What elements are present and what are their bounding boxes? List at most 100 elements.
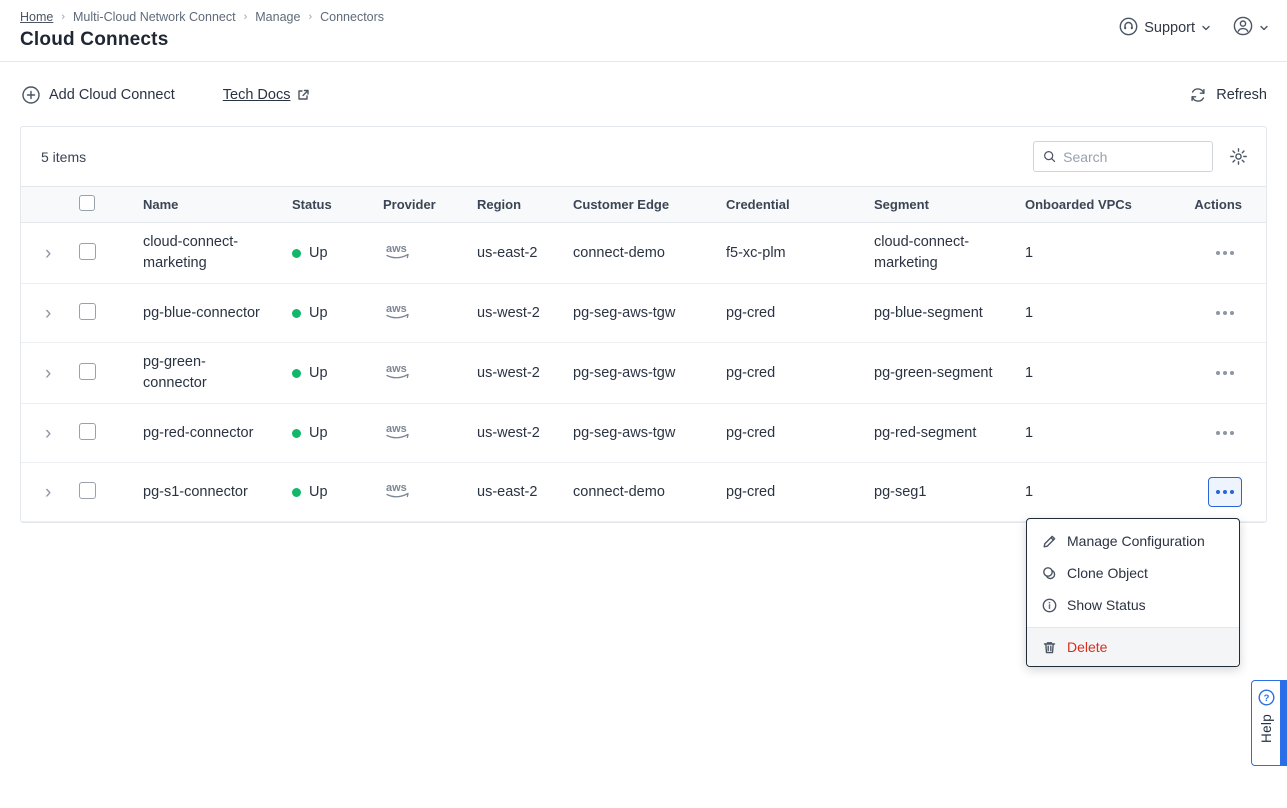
cell-segment: pg-green-segment: [874, 363, 1025, 384]
table-row: › cloud-connect-marketing Up aws us-east…: [21, 223, 1266, 284]
gear-icon: [1229, 147, 1248, 166]
cell-customer-edge: pg-seg-aws-tgw: [573, 305, 726, 321]
chevron-down-icon: [1259, 23, 1269, 33]
add-cloud-connect-label: Add Cloud Connect: [49, 87, 175, 103]
aws-icon: aws: [383, 421, 413, 445]
cell-provider: aws: [383, 480, 477, 504]
svg-text:?: ?: [1263, 693, 1269, 704]
cell-credential: pg-cred: [726, 425, 874, 441]
cell-name: pg-s1-connector: [143, 482, 292, 503]
info-icon: [1041, 597, 1057, 613]
plus-circle-icon: [22, 86, 40, 104]
row-actions-button[interactable]: [1208, 418, 1242, 448]
table-row: › pg-green-connector Up aws us-west-2 pg…: [21, 343, 1266, 404]
table-row: › pg-red-connector Up aws us-west-2 pg-s…: [21, 404, 1266, 463]
cell-name: pg-red-connector: [143, 423, 292, 444]
cloud-connects-table-card: 5 items Name Status Provider Region Cust…: [20, 126, 1267, 523]
col-header-region: Region: [477, 197, 573, 212]
row-actions-button[interactable]: [1208, 298, 1242, 328]
expand-chevron-icon[interactable]: ›: [33, 304, 51, 323]
row-checkbox[interactable]: [79, 363, 96, 380]
status-up-dot: [292, 369, 301, 378]
status-up-dot: [292, 309, 301, 318]
cell-region: us-west-2: [477, 425, 573, 441]
cell-region: us-west-2: [477, 305, 573, 321]
breadcrumb-manage[interactable]: Manage: [255, 10, 300, 24]
menu-item-manage-configuration[interactable]: Manage Configuration: [1027, 525, 1239, 557]
refresh-icon: [1189, 86, 1207, 104]
row-checkbox[interactable]: [79, 482, 96, 499]
breadcrumb-separator-icon: ›: [308, 11, 312, 23]
expand-chevron-icon[interactable]: ›: [33, 364, 51, 383]
cell-status: Up: [292, 245, 383, 261]
breadcrumb-separator-icon: ›: [61, 11, 65, 23]
menu-item-label: Clone Object: [1067, 565, 1148, 581]
account-menu[interactable]: [1233, 16, 1269, 40]
search-icon: [1043, 149, 1056, 164]
cell-provider: aws: [383, 301, 477, 325]
menu-item-clone-object[interactable]: Clone Object: [1027, 557, 1239, 589]
search-input[interactable]: [1063, 149, 1203, 165]
cell-customer-edge: connect-demo: [573, 245, 726, 261]
cell-region: us-east-2: [477, 245, 573, 261]
status-up-dot: [292, 249, 301, 258]
cell-segment: pg-blue-segment: [874, 303, 1025, 324]
breadcrumb-mcn[interactable]: Multi-Cloud Network Connect: [73, 10, 236, 24]
help-tab[interactable]: ? Help: [1251, 680, 1287, 766]
row-actions-button[interactable]: [1208, 238, 1242, 268]
expand-chevron-icon[interactable]: ›: [33, 424, 51, 443]
select-all-checkbox[interactable]: [79, 195, 95, 211]
aws-icon: aws: [383, 480, 413, 504]
cell-name: pg-blue-connector: [143, 303, 292, 324]
row-checkbox[interactable]: [79, 423, 96, 440]
items-count: 5 items: [41, 149, 86, 165]
menu-item-label: Delete: [1067, 639, 1107, 655]
cell-credential: pg-cred: [726, 484, 874, 500]
status-up-dot: [292, 488, 301, 497]
breadcrumb-connectors[interactable]: Connectors: [320, 10, 384, 24]
cell-provider: aws: [383, 241, 477, 265]
support-label: Support: [1144, 20, 1195, 36]
support-icon: [1119, 17, 1138, 40]
aws-icon: aws: [383, 301, 413, 325]
svg-text:aws: aws: [386, 303, 407, 315]
cell-segment: cloud-connect-marketing: [874, 232, 1025, 274]
tech-docs-link[interactable]: Tech Docs: [223, 87, 311, 103]
cell-credential: pg-cred: [726, 305, 874, 321]
row-actions-button[interactable]: [1208, 358, 1242, 388]
expand-chevron-icon[interactable]: ›: [33, 483, 51, 502]
search-box[interactable]: [1033, 141, 1213, 172]
table-row: › pg-blue-connector Up aws us-west-2 pg-…: [21, 284, 1266, 343]
help-question-icon: ?: [1258, 689, 1275, 706]
status-up-dot: [292, 429, 301, 438]
col-header-actions: Actions: [1185, 197, 1266, 212]
col-header-segment: Segment: [874, 197, 1025, 212]
menu-item-delete[interactable]: Delete: [1027, 628, 1239, 666]
expand-chevron-icon[interactable]: ›: [33, 244, 51, 263]
row-checkbox[interactable]: [79, 243, 96, 260]
cell-region: us-west-2: [477, 365, 573, 381]
col-header-status: Status: [292, 197, 383, 212]
cell-onboarded-vpcs: 1: [1025, 365, 1185, 381]
refresh-button[interactable]: Refresh: [1189, 86, 1267, 104]
cell-provider: aws: [383, 421, 477, 445]
cell-credential: f5-xc-plm: [726, 245, 874, 261]
table-settings-button[interactable]: [1229, 147, 1248, 166]
col-header-credential: Credential: [726, 197, 874, 212]
support-menu[interactable]: Support: [1119, 17, 1211, 40]
add-cloud-connect-button[interactable]: Add Cloud Connect: [22, 86, 175, 104]
clone-icon: [1041, 565, 1057, 581]
cell-segment: pg-red-segment: [874, 423, 1025, 444]
toolbar: Add Cloud Connect Tech Docs Refresh: [0, 62, 1287, 126]
breadcrumb-home[interactable]: Home: [20, 10, 53, 24]
cell-customer-edge: pg-seg-aws-tgw: [573, 425, 726, 441]
top-bar: Home › Multi-Cloud Network Connect › Man…: [0, 0, 1287, 62]
row-actions-button-active[interactable]: [1208, 477, 1242, 507]
svg-text:aws: aws: [386, 243, 407, 255]
row-checkbox[interactable]: [79, 303, 96, 320]
external-link-icon: [296, 88, 310, 102]
table-header-row: Name Status Provider Region Customer Edg…: [21, 186, 1266, 223]
cell-segment: pg-seg1: [874, 482, 1025, 503]
menu-item-show-status[interactable]: Show Status: [1027, 589, 1239, 621]
cell-onboarded-vpcs: 1: [1025, 245, 1185, 261]
